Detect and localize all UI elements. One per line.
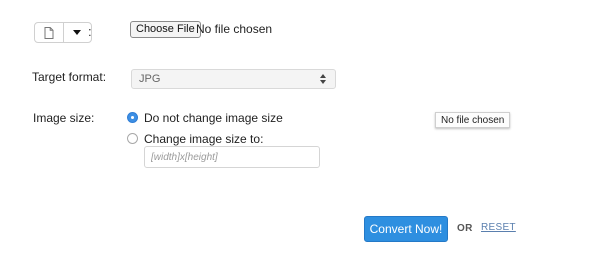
dimensions-input[interactable] xyxy=(144,146,320,168)
caret-down-icon xyxy=(73,30,82,35)
file-status-text: No file chosen xyxy=(196,22,273,36)
resize-label[interactable]: Change image size to: xyxy=(144,132,263,146)
file-source-button[interactable] xyxy=(35,23,63,42)
no-resize-label[interactable]: Do not change image size xyxy=(144,111,283,125)
source-button-group xyxy=(34,22,92,43)
image-size-label: Image size: xyxy=(33,111,95,125)
source-separator: : xyxy=(88,24,92,39)
choose-file-button[interactable]: Choose File xyxy=(130,21,201,38)
target-format-value: JPG xyxy=(139,73,161,85)
file-tooltip: No file chosen xyxy=(435,112,511,128)
resize-radio[interactable] xyxy=(127,133,138,144)
no-resize-radio[interactable] xyxy=(127,112,138,123)
or-separator: OR xyxy=(457,223,473,234)
convert-button[interactable]: Convert Now! xyxy=(364,216,448,242)
reset-link[interactable]: RESET xyxy=(481,222,516,233)
target-format-select[interactable]: JPG xyxy=(131,69,336,89)
select-arrows-icon xyxy=(320,74,326,84)
file-icon xyxy=(44,26,54,39)
target-format-label: Target format: xyxy=(32,70,107,84)
source-dropdown-toggle[interactable] xyxy=(62,23,92,42)
